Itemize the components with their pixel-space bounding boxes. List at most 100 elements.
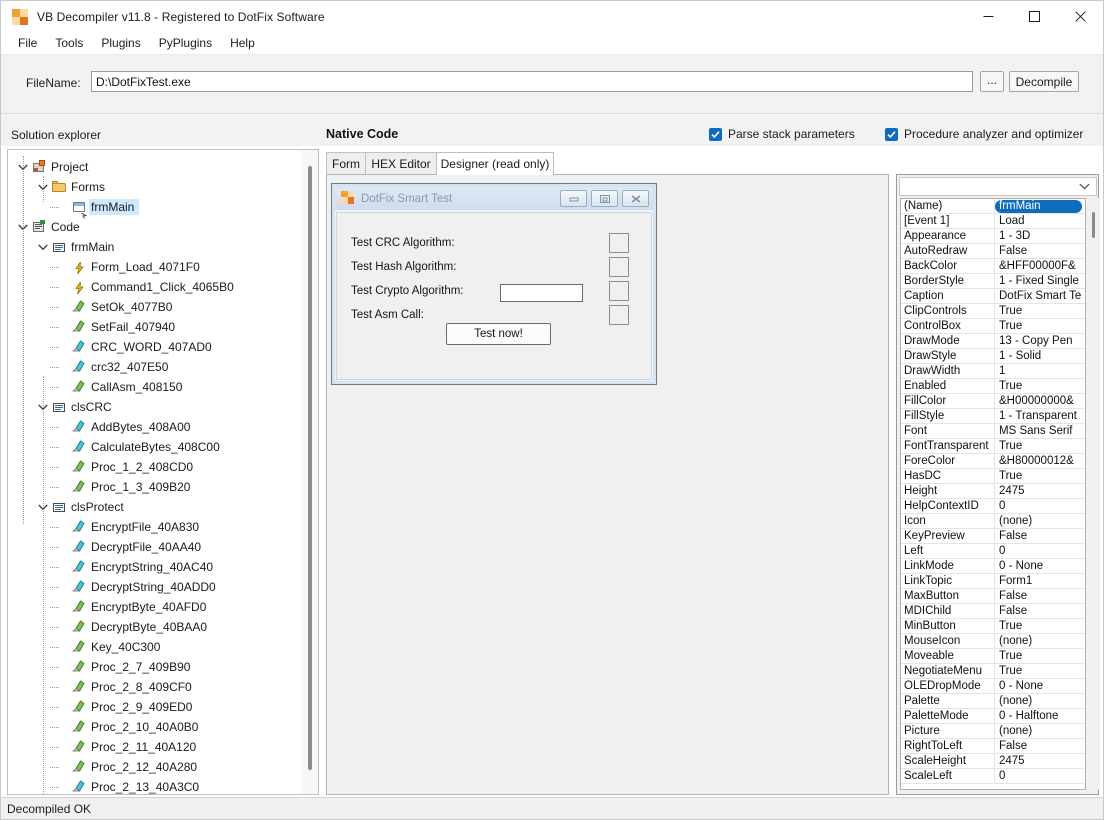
menu-item-pyplugins[interactable]: PyPlugins	[150, 33, 221, 53]
designer-test-now-button[interactable]: Test now!	[446, 323, 551, 345]
menu-item-help[interactable]: Help	[221, 33, 264, 53]
designer-checkbox-asm[interactable]	[609, 305, 629, 325]
tab-hex-editor[interactable]: HEX Editor	[365, 152, 437, 174]
property-value[interactable]: MS Sans Serif	[995, 424, 1085, 438]
designer-asm-textbox[interactable]	[500, 284, 583, 302]
minimize-button[interactable]	[965, 1, 1011, 32]
property-row[interactable]: Palette (none)	[901, 694, 1085, 709]
tree-node[interactable]: frmMain	[8, 237, 303, 257]
tree-node[interactable]: clsCRC	[8, 397, 303, 417]
property-value[interactable]: 13 - Copy Pen	[995, 334, 1085, 348]
property-value[interactable]: &HFF00000F&	[995, 259, 1085, 273]
properties-scrollbar-thumb[interactable]	[1092, 212, 1095, 238]
property-row[interactable]: ForeColor &H80000012&	[901, 454, 1085, 469]
property-row[interactable]: HelpContextID 0	[901, 499, 1085, 514]
property-value[interactable]: True	[995, 304, 1085, 318]
property-row[interactable]: Left 0	[901, 544, 1085, 559]
property-row[interactable]: HasDC True	[901, 469, 1085, 484]
designer-restore-button[interactable]	[591, 190, 618, 207]
tree-node[interactable]: Proc_2_13_40A3C0	[8, 777, 303, 794]
property-value[interactable]: True	[995, 649, 1085, 663]
property-row[interactable]: Appearance 1 - 3D	[901, 229, 1085, 244]
property-value[interactable]: 0 - None	[995, 559, 1085, 573]
property-row[interactable]: Picture (none)	[901, 724, 1085, 739]
decompile-button[interactable]: Decompile	[1009, 71, 1079, 92]
property-row[interactable]: MDIChild False	[901, 604, 1085, 619]
parse-stack-parameters-checkbox[interactable]: Parse stack parameters	[709, 127, 855, 141]
browse-button[interactable]: ...	[980, 71, 1004, 92]
maximize-button[interactable]	[1011, 1, 1057, 32]
property-value[interactable]: 1 - Transparent	[995, 409, 1085, 423]
property-value[interactable]: 1 - Fixed Single	[995, 274, 1085, 288]
property-value[interactable]: Load	[995, 214, 1085, 228]
property-row[interactable]: (Name) frmMain	[901, 199, 1085, 214]
property-row[interactable]: BackColor &HFF00000F&	[901, 259, 1085, 274]
property-value[interactable]: 0	[995, 499, 1085, 513]
property-row[interactable]: ScaleLeft 0	[901, 769, 1085, 784]
property-value[interactable]: 0	[995, 544, 1085, 558]
property-row[interactable]: KeyPreview False	[901, 529, 1085, 544]
property-row[interactable]: LinkTopic Form1	[901, 574, 1085, 589]
property-row[interactable]: OLEDropMode 0 - None	[901, 679, 1085, 694]
property-value[interactable]: 1	[995, 364, 1085, 378]
tab-designer-read-only[interactable]: Designer (read only)	[436, 152, 554, 175]
property-value[interactable]: False	[995, 244, 1085, 258]
property-value[interactable]: 0 - Halftone	[995, 709, 1085, 723]
property-row[interactable]: BorderStyle 1 - Fixed Single	[901, 274, 1085, 289]
property-row[interactable]: DrawWidth 1	[901, 364, 1085, 379]
property-value[interactable]: DotFix Smart Te	[995, 289, 1085, 303]
property-value[interactable]: (none)	[995, 514, 1085, 528]
property-value[interactable]: False	[995, 604, 1085, 618]
property-value[interactable]: True	[995, 379, 1085, 393]
property-value[interactable]: 1 - Solid	[995, 349, 1085, 363]
tree-scrollbar-thumb[interactable]	[308, 166, 312, 770]
close-button[interactable]	[1057, 1, 1103, 32]
property-value[interactable]: 1 - 3D	[995, 229, 1085, 243]
property-row[interactable]: MinButton True	[901, 619, 1085, 634]
designer-checkbox-crc[interactable]	[609, 233, 629, 253]
property-row[interactable]: DrawStyle 1 - Solid	[901, 349, 1085, 364]
tree-node[interactable]: clsProtect	[8, 497, 303, 517]
property-row[interactable]: AutoRedraw False	[901, 244, 1085, 259]
tree-node[interactable]: Forms	[8, 177, 303, 197]
menu-item-file[interactable]: File	[9, 33, 46, 53]
property-row[interactable]: LinkMode 0 - None	[901, 559, 1085, 574]
properties-object-combobox[interactable]	[899, 177, 1097, 196]
property-row[interactable]: Font MS Sans Serif	[901, 424, 1085, 439]
menu-item-tools[interactable]: Tools	[46, 33, 92, 53]
property-value[interactable]: True	[995, 619, 1085, 633]
property-row[interactable]: ControlBox True	[901, 319, 1085, 334]
property-row[interactable]: ClipControls True	[901, 304, 1085, 319]
property-value[interactable]: True	[995, 319, 1085, 333]
property-row[interactable]: ScaleHeight 2475	[901, 754, 1085, 769]
property-row[interactable]: Enabled True	[901, 379, 1085, 394]
property-value[interactable]: Form1	[995, 574, 1085, 588]
tree-vertical-scrollbar[interactable]	[302, 150, 318, 794]
menu-item-plugins[interactable]: Plugins	[92, 33, 149, 53]
property-value[interactable]: (none)	[995, 634, 1085, 648]
property-value[interactable]: False	[995, 739, 1085, 753]
tree-node[interactable]: Code	[8, 217, 303, 237]
properties-vertical-scrollbar[interactable]	[1087, 198, 1100, 790]
property-row[interactable]: FillColor &H00000000&	[901, 394, 1085, 409]
property-value[interactable]: &H80000012&	[995, 454, 1085, 468]
property-value[interactable]: False	[995, 529, 1085, 543]
property-value[interactable]: &H00000000&	[995, 394, 1085, 408]
property-value[interactable]: (none)	[995, 694, 1085, 708]
property-row[interactable]: Height 2475	[901, 484, 1085, 499]
property-row[interactable]: Caption DotFix Smart Te	[901, 289, 1085, 304]
filename-input[interactable]	[91, 71, 973, 92]
tab-form[interactable]: Form	[326, 152, 366, 174]
tree-node[interactable]: Project	[8, 157, 303, 177]
property-value[interactable]: True	[995, 664, 1085, 678]
property-row[interactable]: [Event 1] Load	[901, 214, 1085, 229]
property-row[interactable]: RightToLeft False	[901, 739, 1085, 754]
property-row[interactable]: MaxButton False	[901, 589, 1085, 604]
property-row[interactable]: DrawMode 13 - Copy Pen	[901, 334, 1085, 349]
designer-checkbox-crypto[interactable]	[609, 281, 629, 301]
property-row[interactable]: FillStyle 1 - Transparent	[901, 409, 1085, 424]
property-value[interactable]: True	[995, 469, 1085, 483]
property-row[interactable]: Icon (none)	[901, 514, 1085, 529]
designer-checkbox-hash[interactable]	[609, 257, 629, 277]
property-value[interactable]: False	[995, 589, 1085, 603]
